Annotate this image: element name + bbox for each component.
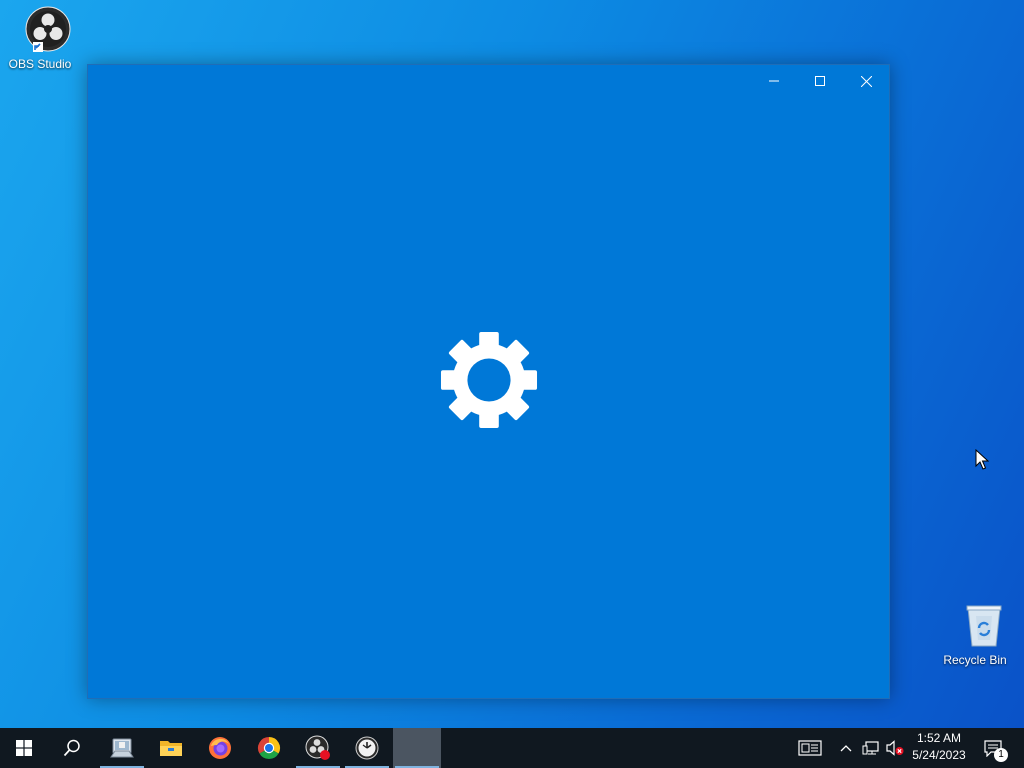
clock-time: 1:52 AM — [916, 731, 962, 745]
close-icon — [860, 75, 872, 87]
desktop-icon-label: OBS Studio — [8, 57, 72, 71]
taskbar-obs-studio[interactable] — [294, 728, 342, 768]
window-caption-buttons — [751, 65, 889, 97]
taskbar: 1:52 AM 5/24/2023 — [0, 728, 1024, 768]
chrome-icon — [257, 737, 281, 760]
settings-splash-window — [87, 64, 890, 699]
taskbar-file-manager[interactable] — [98, 728, 146, 768]
network-icon — [862, 741, 879, 755]
taskbar-chrome[interactable] — [245, 728, 293, 768]
desktop-icon-obs-studio[interactable]: OBS Studio — [2, 6, 78, 71]
file-explorer-icon — [160, 741, 182, 756]
search-button[interactable] — [48, 728, 96, 768]
obs-studio-icon — [25, 6, 70, 52]
taskbar-settings-active[interactable] — [393, 728, 441, 768]
news-icon — [798, 740, 822, 756]
volume-muted-icon — [886, 740, 904, 756]
clock-date: 5/24/2023 — [912, 748, 966, 762]
obs-studio-recording-icon — [305, 735, 330, 760]
windows-start-icon — [16, 740, 32, 756]
taskbar-clock-app[interactable] — [343, 728, 391, 768]
mouse-cursor-icon — [975, 449, 989, 470]
settings-gear-icon — [440, 331, 538, 429]
close-button[interactable] — [843, 65, 889, 97]
clock-app-icon — [355, 736, 379, 760]
recycle-bin-icon — [966, 605, 1001, 647]
taskbar-firefox[interactable] — [196, 728, 244, 768]
maximize-icon — [815, 76, 825, 86]
show-hidden-icons-button[interactable] — [836, 728, 856, 768]
start-button[interactable] — [0, 728, 48, 768]
maximize-button[interactable] — [797, 65, 843, 97]
taskbar-file-explorer[interactable] — [147, 728, 195, 768]
search-icon — [63, 739, 80, 757]
desktop-icon-label: Recycle Bin — [943, 653, 1007, 667]
volume-button[interactable] — [884, 728, 906, 768]
chevron-up-icon — [840, 745, 852, 752]
taskbar-clock[interactable]: 1:52 AM 5/24/2023 — [906, 730, 972, 766]
firefox-icon — [209, 737, 231, 759]
file-manager-icon — [110, 738, 134, 758]
news-widget-button[interactable] — [796, 728, 824, 768]
minimize-button[interactable] — [751, 65, 797, 97]
minimize-icon — [769, 80, 779, 82]
network-button[interactable] — [860, 728, 882, 768]
desktop: OBS Studio Recycle Bin — [0, 0, 1024, 728]
notification-count-badge: 1 — [994, 748, 1008, 762]
desktop-icon-recycle-bin[interactable]: Recycle Bin — [937, 602, 1013, 667]
